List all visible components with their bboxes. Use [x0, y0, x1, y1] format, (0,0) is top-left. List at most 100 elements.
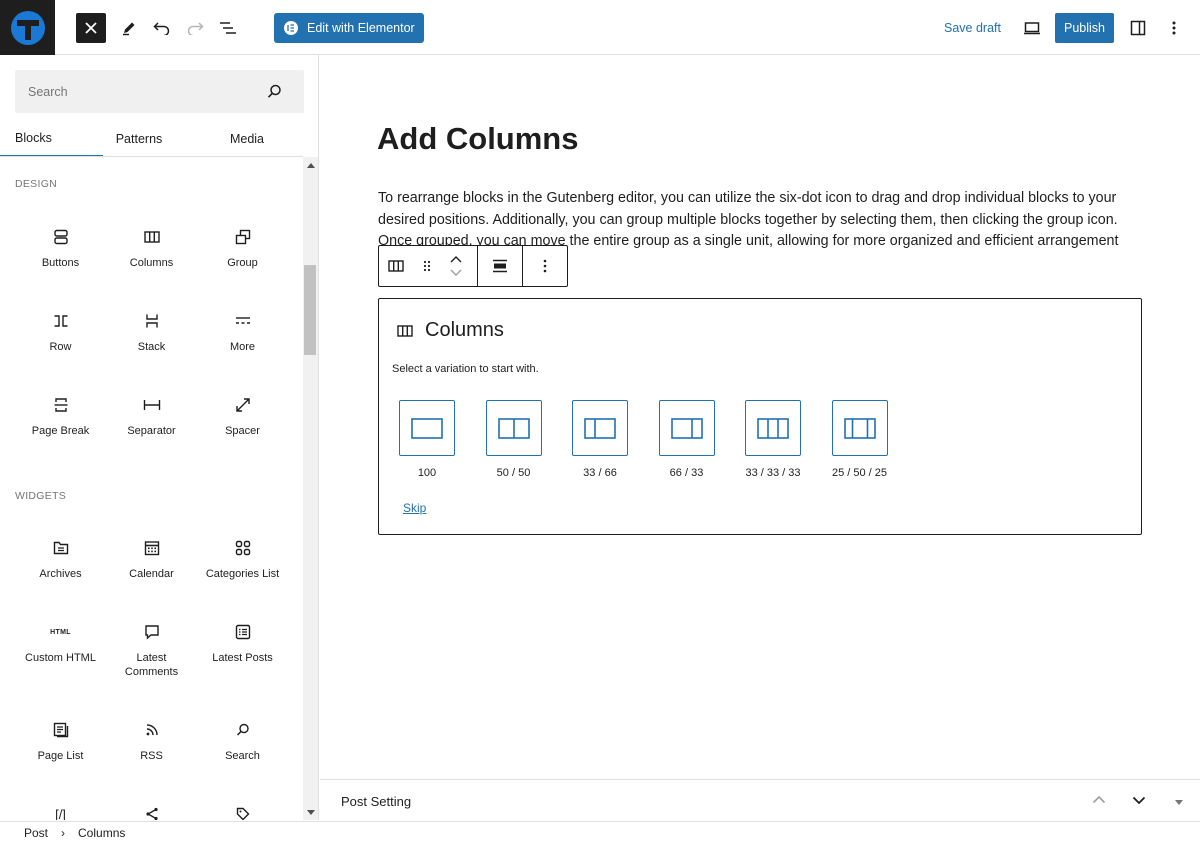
- sidebar-scrollbar[interactable]: [303, 157, 318, 820]
- move-buttons: [441, 246, 471, 286]
- block-spacer[interactable]: Spacer: [197, 388, 288, 464]
- block-archives[interactable]: Archives: [15, 531, 106, 607]
- preview-button[interactable]: [1019, 16, 1045, 40]
- breadcrumb-item-post[interactable]: Post: [24, 826, 48, 840]
- variation-option[interactable]: 50 / 50: [485, 400, 542, 484]
- variation-option-box[interactable]: [658, 400, 715, 456]
- settings-panel-button[interactable]: [1126, 16, 1150, 40]
- block-search-input[interactable]: [15, 70, 265, 113]
- buttons-icon: [53, 220, 69, 254]
- shortcode-icon: [/]: [55, 806, 66, 821]
- block-separator[interactable]: Separator: [106, 388, 197, 464]
- block-rss[interactable]: RSS: [106, 713, 197, 789]
- save-draft-button[interactable]: Save draft: [944, 21, 1001, 35]
- block-inserter-panel: Blocks Patterns Media DESIGN Buttons Col…: [0, 55, 319, 820]
- section-heading-design: DESIGN: [15, 178, 58, 190]
- tab-blocks[interactable]: Blocks: [0, 121, 103, 157]
- variation-option[interactable]: 33 / 33 / 33: [745, 400, 801, 484]
- variation-label: 100: [417, 467, 437, 479]
- columns-block-instruction: Select a variation to start with.: [392, 363, 539, 375]
- block-options-button[interactable]: [523, 246, 567, 286]
- columns-block-placeholder: Columns Select a variation to start with…: [378, 298, 1142, 535]
- kebab-menu-icon: [1172, 21, 1176, 35]
- post-title[interactable]: Add Columns: [377, 121, 579, 157]
- block-columns[interactable]: Columns: [106, 220, 197, 296]
- variation-label: 25 / 50 / 25: [831, 467, 888, 479]
- block-label: Page List: [37, 750, 84, 762]
- block-label: Group: [227, 257, 258, 269]
- variation-option[interactable]: 66 / 33: [658, 400, 715, 484]
- block-search[interactable]: Search: [197, 713, 288, 789]
- block-more[interactable]: More: [197, 304, 288, 380]
- more-icon: [235, 304, 251, 338]
- elementor-icon: [284, 21, 298, 35]
- variation-option[interactable]: 33 / 66: [572, 400, 628, 484]
- paragraph-block[interactable]: To rearrange blocks in the Gutenberg edi…: [378, 188, 1148, 248]
- redo-button[interactable]: [183, 16, 207, 40]
- block-categories-list[interactable]: Categories List: [197, 531, 288, 607]
- variation-option-box[interactable]: [831, 400, 888, 456]
- block-search: [15, 70, 304, 113]
- column-layout-icon: [584, 417, 616, 439]
- breadcrumb-separator: ›: [61, 825, 66, 840]
- chevron-down-icon[interactable]: [1132, 792, 1146, 813]
- triangle-down-icon[interactable]: [1175, 794, 1183, 812]
- tab-media[interactable]: Media: [212, 121, 282, 157]
- breadcrumb-item-columns: Columns: [78, 825, 126, 840]
- variation-option[interactable]: 100: [399, 400, 455, 484]
- document-overview-button[interactable]: [216, 16, 240, 40]
- tools-button[interactable]: [117, 16, 141, 40]
- block-label: Search: [225, 750, 260, 762]
- block-social-icons[interactable]: [106, 797, 197, 820]
- variation-option-box[interactable]: [485, 400, 542, 456]
- block-buttons[interactable]: Buttons: [15, 220, 106, 296]
- block-breadcrumb: Post › Columns: [0, 821, 1200, 843]
- move-up-icon[interactable]: [450, 256, 462, 263]
- align-wide-icon: [493, 259, 507, 273]
- calendar-icon: [144, 531, 160, 565]
- columns-block-title: Columns: [425, 319, 504, 341]
- block-custom-html[interactable]: HTML Custom HTML: [15, 615, 106, 691]
- editor-header: Edit with Elementor Save draft Publish: [0, 0, 1200, 55]
- scroll-down-arrow[interactable]: [303, 805, 318, 819]
- close-inserter-button[interactable]: [76, 13, 106, 43]
- block-group[interactable]: Group: [197, 220, 288, 296]
- tab-patterns[interactable]: Patterns: [103, 121, 175, 157]
- close-icon: [85, 22, 97, 34]
- columns-icon: [397, 324, 413, 342]
- drag-handle[interactable]: [413, 246, 441, 286]
- block-tag-cloud[interactable]: [197, 797, 288, 820]
- list-view-icon: [220, 22, 236, 34]
- align-button[interactable]: [478, 246, 522, 286]
- undo-button[interactable]: [150, 16, 174, 40]
- variation-option-box[interactable]: [399, 400, 455, 456]
- block-shortcode[interactable]: [/]: [15, 797, 106, 821]
- block-row[interactable]: Row: [15, 304, 106, 380]
- chevron-up-icon[interactable]: [1092, 792, 1106, 813]
- block-label: Latest Posts: [212, 652, 273, 664]
- site-logo[interactable]: [0, 0, 55, 55]
- skip-link[interactable]: Skip: [403, 501, 426, 515]
- block-page-list[interactable]: Page List: [15, 713, 106, 789]
- block-latest-comments[interactable]: Latest Comments: [106, 615, 197, 691]
- variation-option[interactable]: 25 / 50 / 25: [831, 400, 888, 484]
- block-calendar[interactable]: Calendar: [106, 531, 197, 607]
- block-latest-posts[interactable]: Latest Posts: [197, 615, 288, 691]
- variation-option-box[interactable]: [572, 400, 628, 456]
- options-menu-button[interactable]: [1163, 16, 1185, 40]
- publish-button[interactable]: Publish: [1055, 13, 1114, 43]
- edit-with-elementor-button[interactable]: Edit with Elementor: [274, 13, 424, 43]
- variation-option-box[interactable]: [745, 400, 801, 456]
- stack-icon: [145, 304, 159, 338]
- block-page-break[interactable]: Page Break: [15, 388, 106, 464]
- search-icon[interactable]: [267, 84, 282, 104]
- drag-handle-icon: [423, 260, 431, 272]
- rss-icon: [145, 713, 159, 747]
- block-type-button[interactable]: [379, 246, 413, 286]
- triangle-up-icon: [307, 162, 315, 168]
- scroll-up-arrow[interactable]: [303, 158, 318, 172]
- sidebar-scrollbar-thumb[interactable]: [304, 265, 316, 355]
- column-layout-icon: [411, 417, 443, 439]
- block-stack[interactable]: Stack: [106, 304, 197, 380]
- move-down-icon[interactable]: [450, 269, 462, 276]
